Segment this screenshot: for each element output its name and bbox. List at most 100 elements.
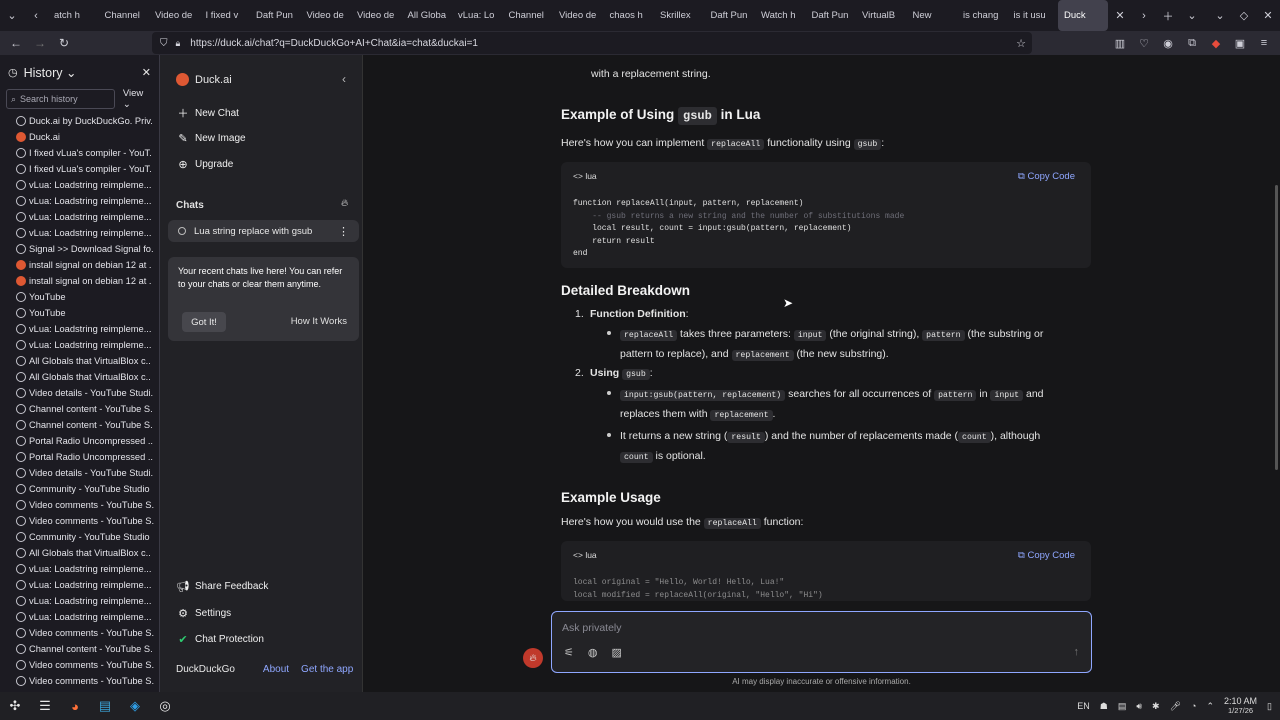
globe-icon[interactable]: ◍ xyxy=(588,646,598,659)
history-item[interactable]: install signal on debian 12 at . xyxy=(0,257,159,273)
about-link[interactable]: About xyxy=(263,664,289,675)
history-item[interactable]: vLua: Loadstring reimpleme... xyxy=(0,337,159,353)
close-tab-icon[interactable]: ✕ xyxy=(1108,0,1132,31)
menu-icon[interactable]: ≡ xyxy=(1252,37,1276,49)
new-image-button[interactable]: ✎ New Image xyxy=(176,132,245,145)
extension-red-icon[interactable]: ◆ xyxy=(1204,37,1228,50)
tab-scroll-right-icon[interactable]: › xyxy=(1132,0,1156,31)
start-menu-icon[interactable]: ✣ xyxy=(0,692,30,720)
history-item[interactable]: All Globals that VirtualBlox c.. xyxy=(0,369,159,385)
history-item[interactable]: I fixed vLua's compiler - YouT. xyxy=(0,145,159,161)
tab[interactable]: Watch h xyxy=(755,0,806,31)
tab[interactable]: Daft Pun xyxy=(705,0,756,31)
history-item[interactable]: Video comments - YouTube S. xyxy=(0,657,159,673)
code-content[interactable]: local original = "Hello, World! Hello, L… xyxy=(573,577,823,601)
history-item[interactable]: vLua: Loadstring reimpleme... xyxy=(0,609,159,625)
history-item[interactable]: vLua: Loadstring reimpleme... xyxy=(0,193,159,209)
firefox-icon[interactable]: ◕ xyxy=(60,692,90,720)
tab[interactable]: I fixed v xyxy=(200,0,251,31)
chat-protection-button[interactable]: ✔ Chat Protection xyxy=(176,633,264,646)
tab[interactable]: Duck xyxy=(1058,0,1108,31)
tab[interactable]: Video de xyxy=(351,0,402,31)
view-dropdown[interactable]: View ⌄ xyxy=(123,88,153,110)
task-manager-icon[interactable]: ☰ xyxy=(30,692,60,720)
history-item[interactable]: Video comments - YouTube S. xyxy=(0,497,159,513)
history-item[interactable]: All Globals that VirtualBlox c.. xyxy=(0,545,159,561)
volume-icon[interactable]: 🔊︎ xyxy=(1136,701,1142,712)
history-item[interactable]: install signal on debian 12 at . xyxy=(0,273,159,289)
history-search-input[interactable]: ⌕ Search history xyxy=(6,89,115,109)
reload-icon[interactable]: ↻ xyxy=(52,36,76,50)
chat-input[interactable]: Ask privately ⚟ ◍ ▨ ↑ xyxy=(551,611,1092,673)
history-item[interactable]: vLua: Loadstring reimpleme... xyxy=(0,177,159,193)
history-item[interactable]: Portal Radio Uncompressed .. xyxy=(0,433,159,449)
history-item[interactable]: Channel content - YouTube S. xyxy=(0,401,159,417)
history-item[interactable]: Signal >> Download Signal fo. xyxy=(0,241,159,257)
history-item[interactable]: I fixed vLua's compiler - YouT. xyxy=(0,161,159,177)
history-item[interactable]: Video comments - YouTube S. xyxy=(0,625,159,641)
history-item[interactable]: Community - YouTube Studio xyxy=(0,529,159,545)
clock[interactable]: 2:10 AM 1/27/26 xyxy=(1224,696,1257,716)
restore-icon[interactable]: ◇ xyxy=(1232,0,1256,31)
show-desktop-icon[interactable]: ▯ xyxy=(1267,701,1272,712)
how-it-works-link[interactable]: How It Works xyxy=(291,316,347,327)
tab[interactable]: Video de xyxy=(553,0,604,31)
tab[interactable]: All Globa xyxy=(402,0,453,31)
history-item[interactable]: vLua: Loadstring reimpleme... xyxy=(0,321,159,337)
tab[interactable]: Daft Pun xyxy=(250,0,301,31)
forward-icon[interactable]: → xyxy=(28,36,52,50)
sidebar-icon[interactable]: ▥ xyxy=(1108,37,1132,50)
copy-code-button[interactable]: ⧉ Copy Code xyxy=(1018,171,1075,182)
microphone-icon[interactable]: 🎤︎ xyxy=(1170,701,1181,712)
url-text[interactable]: https://duck.ai/chat?q=DuckDuckGo+AI+Cha… xyxy=(190,38,478,49)
back-icon[interactable]: ← xyxy=(4,36,28,50)
new-chat-button[interactable]: ＋ New Chat xyxy=(176,105,239,121)
more-options-icon[interactable]: ⋮ xyxy=(338,225,349,238)
tab[interactable]: is it usu xyxy=(1008,0,1059,31)
tab[interactable]: Channel xyxy=(99,0,150,31)
collapse-sidebar-icon[interactable]: ‹ xyxy=(342,72,346,86)
discord-icon[interactable]: ☗ xyxy=(1100,701,1108,712)
tab[interactable]: is chang xyxy=(957,0,1008,31)
history-item[interactable]: Video details - YouTube Studi. xyxy=(0,385,159,401)
send-button[interactable]: ↑ xyxy=(1074,646,1080,658)
minimize-icon[interactable]: ⌄ xyxy=(1208,0,1232,31)
pocket-icon[interactable]: ♡ xyxy=(1132,37,1156,50)
history-item[interactable]: YouTube xyxy=(0,289,159,305)
share-feedback-button[interactable]: 📢︎ Share Feedback xyxy=(176,580,268,593)
obs-icon[interactable]: ◎ xyxy=(150,692,180,720)
history-item[interactable]: Duck.ai xyxy=(0,129,159,145)
tab-scroll-left-icon[interactable]: ‹ xyxy=(24,0,48,31)
tab[interactable]: Channel xyxy=(503,0,554,31)
bluetooth-icon[interactable]: ✱ xyxy=(1152,701,1160,712)
history-item[interactable]: All Globals that VirtualBlox c.. xyxy=(0,353,159,369)
history-item[interactable]: Channel content - YouTube S. xyxy=(0,417,159,433)
history-item[interactable]: vLua: Loadstring reimpleme... xyxy=(0,561,159,577)
window-close-icon[interactable]: ✕ xyxy=(1256,0,1280,31)
tab[interactable]: Video de xyxy=(301,0,352,31)
url-bar[interactable]: ⛉ 🔒︎ https://duck.ai/chat?q=DuckDuckGo+A… xyxy=(152,32,1032,54)
get-app-link[interactable]: Get the app xyxy=(301,664,353,675)
fire-button[interactable]: 🔥︎ xyxy=(523,648,543,668)
fire-icon[interactable]: 🔥︎ xyxy=(341,198,348,209)
close-sidebar-icon[interactable]: ✕ xyxy=(142,66,151,79)
bookmark-star-icon[interactable]: ☆ xyxy=(1016,37,1026,50)
scrollbar[interactable] xyxy=(1275,185,1278,470)
shield-icon[interactable]: ⛉ xyxy=(160,38,168,49)
tab[interactable]: Skrillex xyxy=(654,0,705,31)
tab[interactable]: New xyxy=(907,0,958,31)
history-item[interactable]: Video comments - YouTube S. xyxy=(0,513,159,529)
history-title[interactable]: History ⌄ xyxy=(24,65,142,80)
history-item[interactable]: vLua: Loadstring reimpleme... xyxy=(0,209,159,225)
clipboard-icon[interactable]: ▤ xyxy=(1118,701,1127,712)
account-icon[interactable]: ◉ xyxy=(1156,37,1180,50)
network-icon[interactable]: ◔ xyxy=(1191,701,1196,711)
keyboard-layout[interactable]: EN xyxy=(1077,701,1090,711)
copy-code-button[interactable]: ⧉ Copy Code xyxy=(1018,550,1075,561)
chat-item[interactable]: Lua string replace with gsub ⋮ xyxy=(168,220,359,242)
list-all-tabs-icon[interactable]: ⌄ xyxy=(0,0,24,31)
tray-expand-icon[interactable]: ⌃ xyxy=(1206,701,1214,712)
tab[interactable]: chaos h xyxy=(604,0,655,31)
code-content[interactable]: function replaceAll(input, pattern, repl… xyxy=(573,198,904,261)
tab[interactable]: VirtualB xyxy=(856,0,907,31)
